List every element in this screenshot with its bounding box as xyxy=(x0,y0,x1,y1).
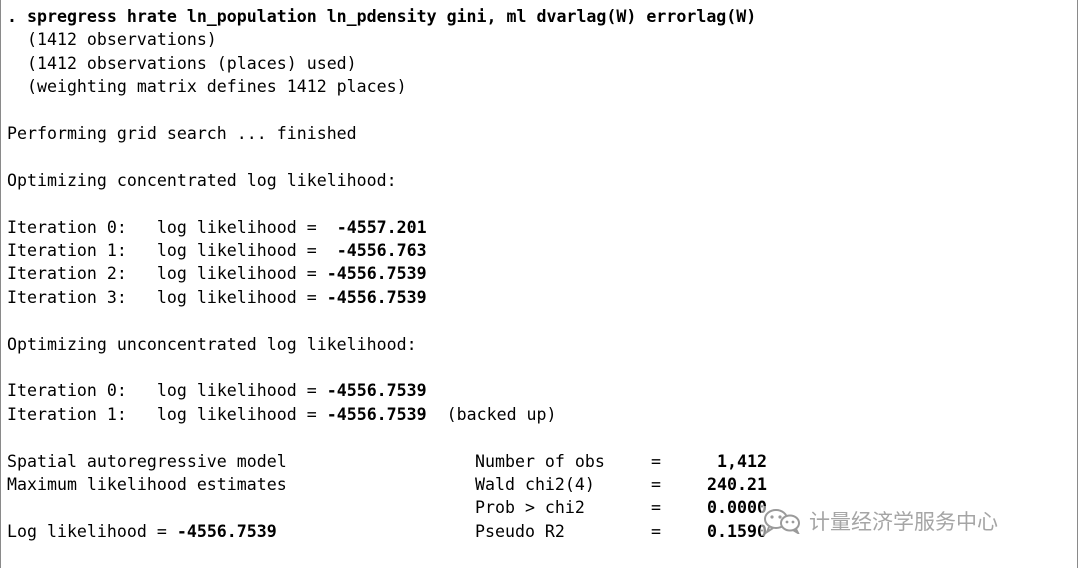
command-line: . spregress hrate ln_population ln_pdens… xyxy=(7,7,757,26)
iteration-text: log likelihood = xyxy=(156,287,317,307)
iteration-row: Iteration 2: log likelihood = -4556.7539 xyxy=(7,262,427,285)
stat-value: 1,412 xyxy=(717,451,767,471)
stat-equals: = xyxy=(651,498,661,518)
iteration-note: (backed up) xyxy=(446,404,557,424)
iteration-value: -4557.201 xyxy=(326,217,427,237)
iteration-label: Iteration 1: xyxy=(7,241,127,260)
stat-equals: = xyxy=(651,521,661,541)
iteration-row: Iteration 1: log likelihood = -4556.7539… xyxy=(7,403,557,426)
iteration-value: -4556.763 xyxy=(326,241,427,260)
iteration-text: log likelihood = xyxy=(156,404,317,424)
iteration-value: -4556.7539 xyxy=(326,287,427,307)
log-likelihood-value: -4556.7539 xyxy=(176,521,277,541)
stat-label: Prob > chi2 xyxy=(475,498,585,518)
stat-value: 0.0000 xyxy=(707,498,767,518)
observations-note: (1412 observations) xyxy=(7,28,217,51)
stat-label: Pseudo R2 xyxy=(475,521,565,541)
stat-equals: = xyxy=(651,451,661,471)
wechat-icon xyxy=(764,509,800,534)
matrix-note-text: (weighting matrix defines 1412 places) xyxy=(26,77,407,97)
opt-concentrated-heading: Optimizing concentrated log likelihood: xyxy=(7,170,397,190)
iteration-label: Iteration 1: xyxy=(7,404,127,424)
model-title: Spatial autoregressive model xyxy=(7,451,287,471)
stat-equals: = xyxy=(651,475,661,494)
watermark-text: 计量经济学服务中心 xyxy=(809,510,998,534)
watermark: 计量经济学服务中心 xyxy=(761,506,998,536)
iteration-text: log likelihood = xyxy=(156,241,317,260)
iteration-row: Iteration 1: log likelihood = -4556.763 xyxy=(7,239,427,262)
iteration-label: Iteration 3: xyxy=(7,287,127,307)
log-likelihood-line: Log likelihood = -4556.7539 xyxy=(7,520,277,543)
iteration-row: Iteration 0: log likelihood = -4556.7539 xyxy=(7,379,427,402)
stat-label: Wald chi2(4) xyxy=(475,475,595,494)
iteration-text: log likelihood = xyxy=(156,381,317,401)
iteration-label: Iteration 2: xyxy=(7,264,127,284)
observations-note-text: (1412 observations) xyxy=(26,30,217,50)
iteration-row: Iteration 3: log likelihood = -4556.7539 xyxy=(7,286,427,309)
places-note: (1412 observations (places) used) xyxy=(7,52,357,75)
iteration-label: Iteration 0: xyxy=(7,217,127,237)
stat-value: 240.21 xyxy=(707,475,767,494)
matrix-note: (weighting matrix defines 1412 places) xyxy=(7,75,407,98)
stata-results-window: . spregress hrate ln_population ln_pdens… xyxy=(0,0,1078,568)
iteration-text: log likelihood = xyxy=(156,217,317,237)
iteration-value: -4556.7539 xyxy=(326,264,427,284)
log-likelihood-label: Log likelihood = xyxy=(7,521,177,541)
iteration-text: log likelihood = xyxy=(156,264,317,284)
stat-value: 0.1590 xyxy=(707,521,767,541)
stat-label: Number of obs xyxy=(475,451,605,471)
opt-unconcentrated-heading: Optimizing unconcentrated log likelihood… xyxy=(7,334,417,354)
estimator-label: Maximum likelihood estimates xyxy=(7,475,287,494)
iteration-value: -4556.7539 xyxy=(326,381,427,401)
places-note-text: (1412 observations (places) used) xyxy=(26,53,357,73)
iteration-value: -4556.7539 xyxy=(326,404,427,424)
iteration-row: Iteration 0: log likelihood = -4557.201 xyxy=(7,216,427,239)
grid-search-line: Performing grid search ... finished xyxy=(7,124,357,143)
iteration-label: Iteration 0: xyxy=(7,381,127,401)
